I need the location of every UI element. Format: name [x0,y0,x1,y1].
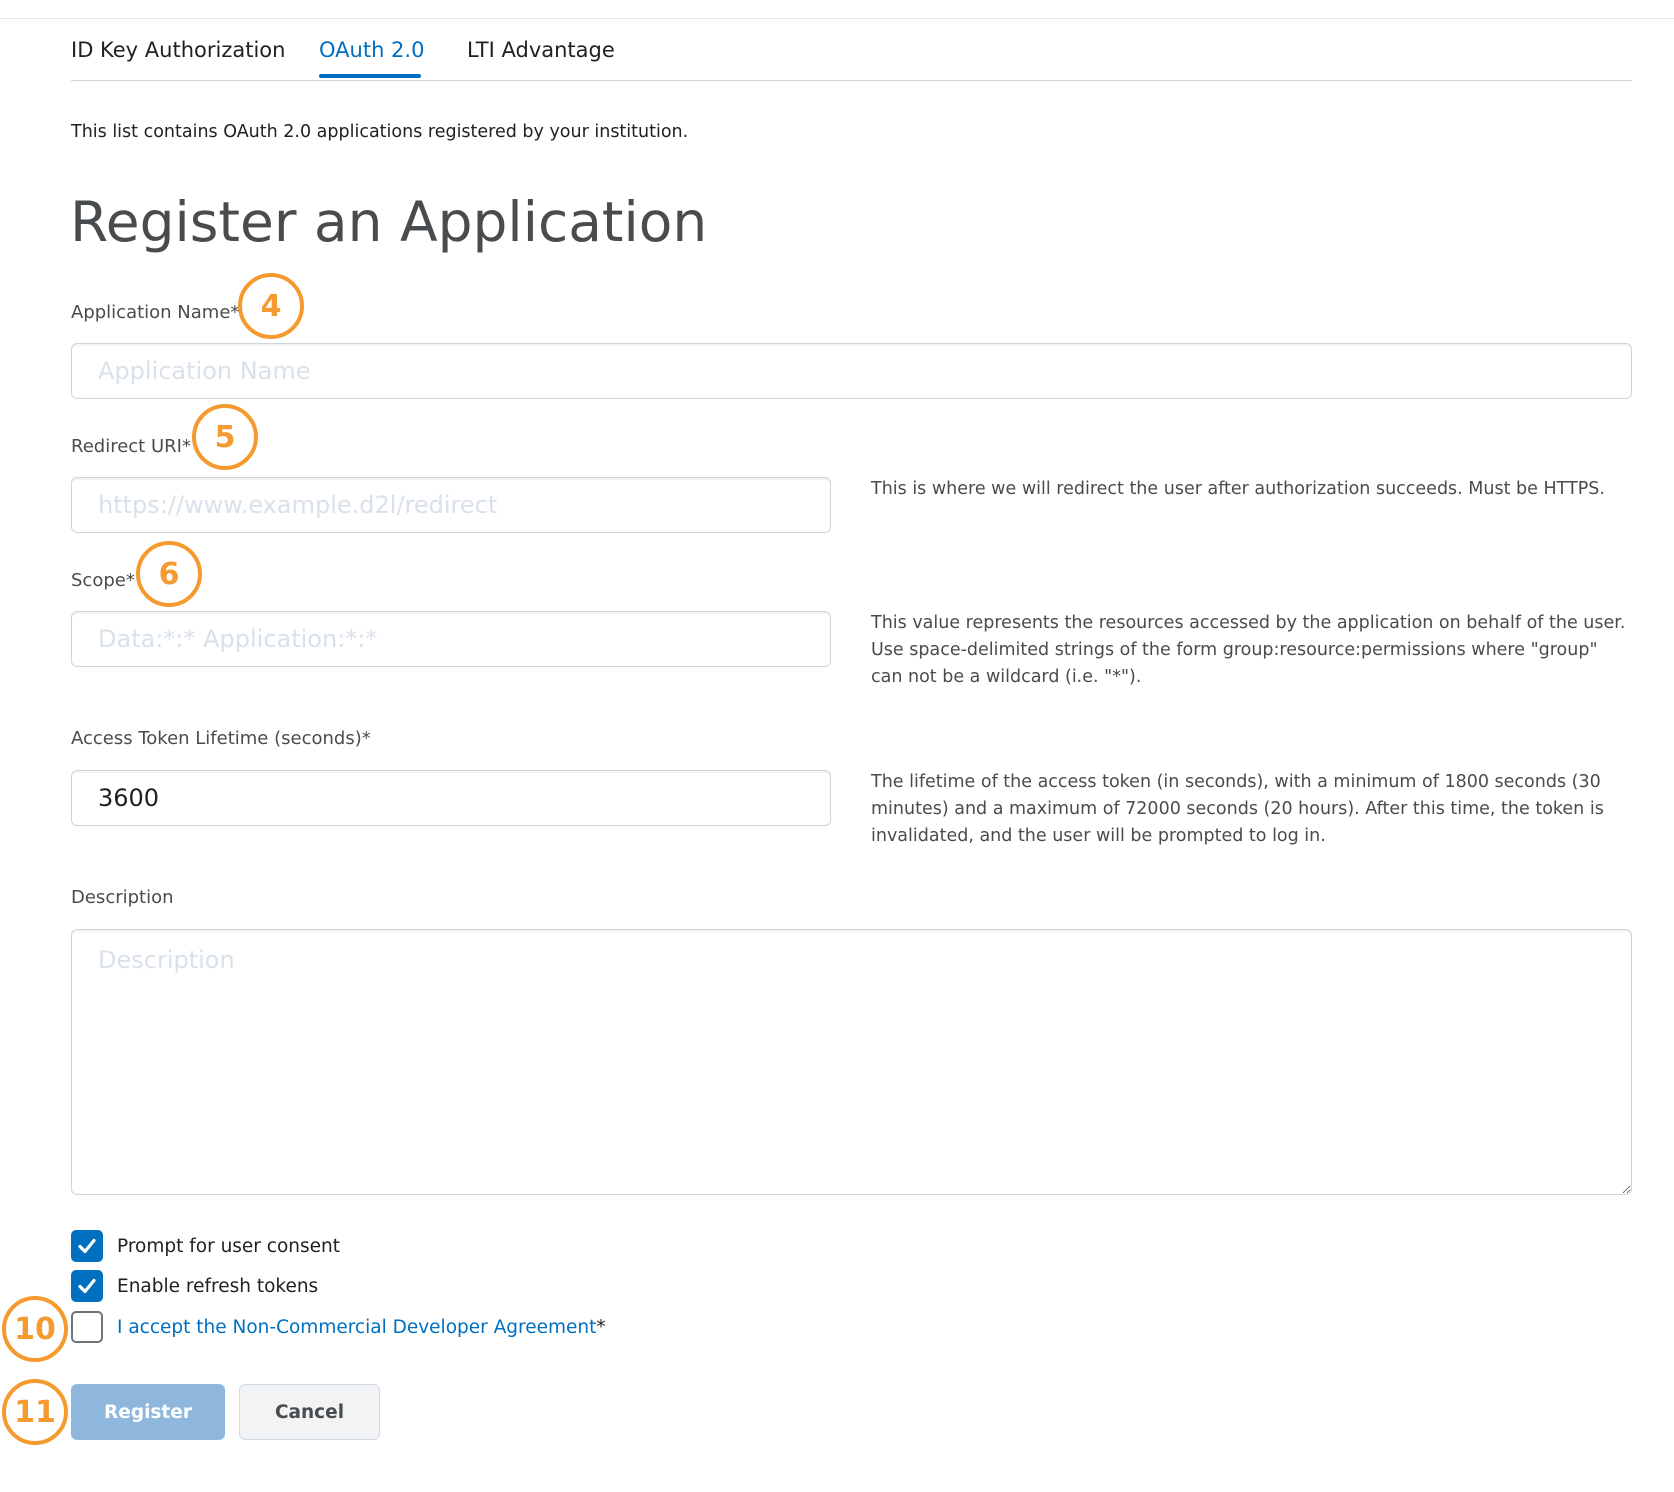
callout-badge-4: 4 [238,273,304,339]
description-textarea[interactable] [71,929,1632,1195]
intro-text: This list contains OAuth 2.0 application… [71,122,689,142]
cancel-button[interactable]: Cancel [239,1384,380,1440]
tab-oauth-2[interactable]: OAuth 2.0 [319,38,424,62]
active-tab-indicator [319,74,421,78]
scope-input[interactable] [71,611,831,667]
tab-id-key-authorization[interactable]: ID Key Authorization [71,38,285,62]
callout-badge-6: 6 [136,541,202,607]
redirect-uri-label-text: Redirect URI [71,436,182,457]
checkmark-icon [78,1238,96,1254]
required-mark: * [181,436,191,457]
callout-badge-10: 10 [2,1296,68,1362]
token-lifetime-label: Access Token Lifetime (seconds)* [71,728,371,749]
tab-lti-advantage[interactable]: LTI Advantage [467,38,615,62]
redirect-uri-input[interactable] [71,477,831,533]
scope-label: Scope* [71,570,135,591]
required-mark: * [125,570,135,591]
redirect-uri-help: This is where we will redirect the user … [871,479,1605,499]
agreement-link[interactable]: I accept the Non-Commercial Developer Ag… [117,1317,596,1338]
app-name-label: Application Name* [71,302,239,323]
user-consent-checkbox[interactable] [71,1230,103,1262]
register-button[interactable]: Register [71,1384,225,1440]
agreement-row: I accept the Non-Commercial Developer Ag… [71,1311,606,1343]
top-divider [0,18,1674,19]
token-lifetime-help: The lifetime of the access token (in sec… [871,772,1604,846]
token-lifetime-input[interactable] [71,770,831,826]
description-label: Description [71,887,174,908]
app-name-input[interactable] [71,343,1632,399]
token-lifetime-label-text: Access Token Lifetime (seconds) [71,728,362,749]
redirect-uri-label: Redirect URI* [71,436,191,457]
checkmark-icon [78,1278,96,1294]
refresh-tokens-row: Enable refresh tokens [71,1270,318,1302]
refresh-tokens-checkbox[interactable] [71,1270,103,1302]
user-consent-label: Prompt for user consent [117,1235,341,1257]
user-consent-row: Prompt for user consent [71,1230,340,1262]
page-title: Register an Application [70,190,708,254]
refresh-tokens-label: Enable refresh tokens [117,1275,319,1297]
agreement-checkbox[interactable] [71,1311,103,1343]
agreement-label: I accept the Non-Commercial Developer Ag… [117,1317,606,1338]
required-mark: * [361,728,371,749]
tab-bar: ID Key Authorization OAuth 2.0 LTI Advan… [71,34,1632,81]
scope-label-text: Scope [71,570,126,591]
callout-badge-11: 11 [2,1379,68,1445]
callout-badge-5: 5 [192,404,258,470]
required-mark: * [596,1316,606,1338]
scope-help: This value represents the resources acce… [871,613,1626,687]
app-name-label-text: Application Name [71,302,231,323]
